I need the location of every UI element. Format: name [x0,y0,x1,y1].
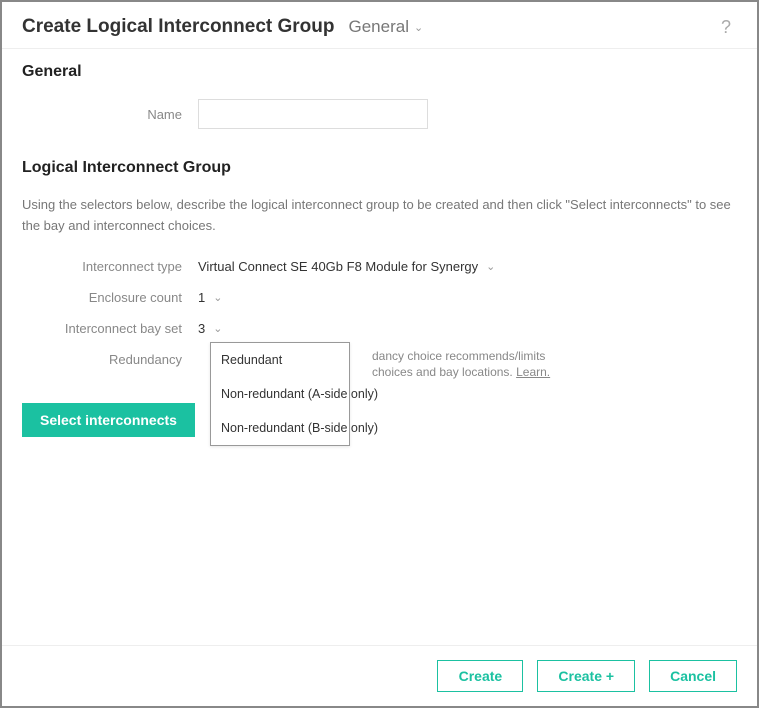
enclosure-count-value: 1 [198,290,205,305]
bay-set-label: Interconnect bay set [22,321,198,336]
redundancy-option-redundant[interactable]: Redundant [211,343,349,377]
enclosure-count-select[interactable]: 1 ⌄ [198,290,222,305]
select-interconnects-button[interactable]: Select interconnects [22,403,195,437]
bay-set-value: 3 [198,321,205,336]
header-left: Create Logical Interconnect Group Genera… [22,16,423,38]
bay-set-row: Interconnect bay set 3 ⌄ [22,321,737,336]
name-label: Name [22,107,198,122]
interconnect-type-label: Interconnect type [22,259,198,274]
interconnect-type-select[interactable]: Virtual Connect SE 40Gb F8 Module for Sy… [198,259,495,274]
bay-set-select[interactable]: 3 ⌄ [198,321,222,336]
interconnect-type-value: Virtual Connect SE 40Gb F8 Module for Sy… [198,259,478,274]
name-row: Name [22,99,737,129]
redundancy-label: Redundancy [22,352,198,367]
redundancy-hint-line2: choices and bay locations. [372,365,513,379]
dialog-header: Create Logical Interconnect Group Genera… [2,2,757,49]
redundancy-option-nonredundant-a[interactable]: Non-redundant (A-side only) [211,377,349,411]
enclosure-count-row: Enclosure count 1 ⌄ [22,290,737,305]
name-input[interactable] [198,99,428,129]
dialog-title: Create Logical Interconnect Group [22,16,335,38]
help-icon[interactable]: ? [721,17,737,38]
redundancy-row: Redundancy dancy choice recommends/limit… [22,352,737,367]
dialog-footer: Create Create + Cancel [2,645,757,706]
redundancy-hint: dancy choice recommends/limits choices a… [372,348,550,382]
interconnect-type-row: Interconnect type Virtual Connect SE 40G… [22,259,737,274]
general-heading: General [22,63,737,81]
redundancy-hint-line1: dancy choice recommends/limits [372,349,545,363]
chevron-down-icon: ⌄ [213,322,222,335]
redundancy-option-nonredundant-b[interactable]: Non-redundant (B-side only) [211,411,349,445]
chevron-down-icon: ⌄ [213,291,222,304]
lig-heading: Logical Interconnect Group [22,159,737,177]
lig-description: Using the selectors below, describe the … [22,195,737,237]
chevron-down-icon: ⌄ [486,260,495,273]
dialog-content: General Name Logical Interconnect Group … [2,49,757,447]
enclosure-count-label: Enclosure count [22,290,198,305]
chevron-down-icon: ⌄ [414,21,423,34]
create-plus-button[interactable]: Create + [537,660,635,692]
redundancy-dropdown[interactable]: Redundant Non-redundant (A-side only) No… [210,342,350,446]
create-button[interactable]: Create [437,660,523,692]
section-selector[interactable]: General ⌄ [349,17,424,37]
redundancy-learn-link[interactable]: Learn. [516,365,550,379]
cancel-button[interactable]: Cancel [649,660,737,692]
section-selector-label: General [349,17,409,37]
